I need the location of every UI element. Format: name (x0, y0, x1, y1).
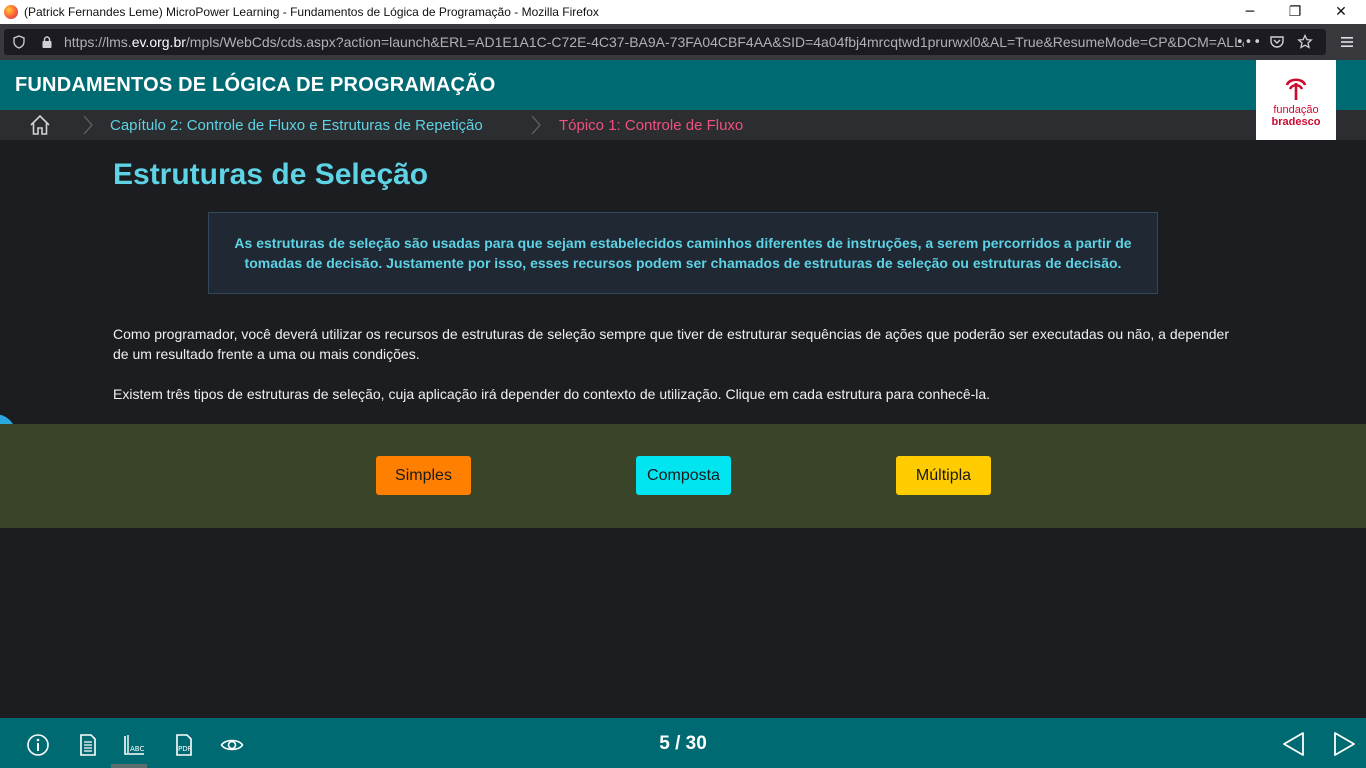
next-page-icon[interactable] (1330, 730, 1358, 758)
svg-text:ABC: ABC (130, 745, 144, 753)
page-title: Estruturas de Seleção (113, 158, 429, 191)
highlight-text: As estruturas de seleção são usadas para… (234, 235, 1132, 271)
course-header: FUNDAMENTOS DE LÓGICA DE PROGRAMAÇÃO (0, 60, 1366, 110)
breadcrumb-separator-icon (530, 115, 542, 135)
fundacao-bradesco-logo: fundação bradesco (1256, 60, 1336, 140)
pdf-icon[interactable]: PDF (172, 733, 196, 757)
bradesco-tree-icon (1283, 74, 1309, 102)
home-icon[interactable] (28, 114, 52, 136)
paragraph-instructions: Existem três tipos de estruturas de sele… (113, 386, 991, 402)
logo-text-fundacao: fundação (1273, 104, 1319, 116)
lock-icon[interactable] (38, 33, 56, 51)
active-tool-indicator (111, 764, 147, 768)
page-actions-icon[interactable]: ••• (1236, 33, 1261, 51)
browser-toolbar: https://lms.ev.org.br/mpls/WebCds/cds.as… (0, 24, 1366, 60)
bookmark-star-icon[interactable] (1296, 33, 1314, 51)
info-icon[interactable] (26, 733, 50, 757)
footer-toolbar: ABC PDF 5 / 30 (0, 718, 1366, 768)
eye-icon[interactable] (220, 733, 244, 757)
multipla-button[interactable]: Múltipla (896, 456, 991, 495)
menu-hamburger-icon[interactable] (1338, 33, 1356, 51)
breadcrumb-separator-icon (82, 115, 94, 135)
pocket-icon[interactable] (1268, 33, 1286, 51)
firefox-logo-icon (4, 5, 18, 19)
svg-text:PDF: PDF (178, 745, 192, 753)
composta-button[interactable]: Composta (636, 456, 731, 495)
simples-button[interactable]: Simples (376, 456, 471, 495)
breadcrumb: Capítulo 2: Controle de Fluxo e Estrutur… (0, 110, 1366, 140)
url-text[interactable]: https://lms.ev.org.br/mpls/WebCds/cds.as… (64, 34, 1244, 50)
breadcrumb-chapter[interactable]: Capítulo 2: Controle de Fluxo e Estrutur… (110, 117, 483, 134)
paragraph-intro: Como programador, você deverá utilizar o… (113, 326, 1229, 362)
close-window-button[interactable]: ✕ (1318, 0, 1364, 24)
highlight-box: As estruturas de seleção são usadas para… (208, 212, 1158, 294)
window-title: (Patrick Fernandes Leme) MicroPower Lear… (24, 5, 599, 19)
course-title: FUNDAMENTOS DE LÓGICA DE PROGRAMAÇÃO (15, 74, 496, 96)
shield-icon[interactable] (10, 33, 28, 51)
previous-page-icon[interactable] (1280, 730, 1308, 758)
address-bar[interactable]: https://lms.ev.org.br/mpls/WebCds/cds.as… (4, 29, 1326, 55)
restore-button[interactable]: ❐ (1272, 0, 1318, 24)
browser-titlebar: (Patrick Fernandes Leme) MicroPower Lear… (0, 0, 1366, 24)
minimize-button[interactable]: ─ (1227, 0, 1273, 24)
breadcrumb-topic[interactable]: Tópico 1: Controle de Fluxo (559, 117, 743, 134)
glossary-icon[interactable]: ABC (122, 733, 146, 757)
document-icon[interactable] (76, 733, 100, 757)
page-counter: 5 / 30 (659, 733, 707, 754)
logo-text-bradesco: bradesco (1271, 116, 1321, 128)
